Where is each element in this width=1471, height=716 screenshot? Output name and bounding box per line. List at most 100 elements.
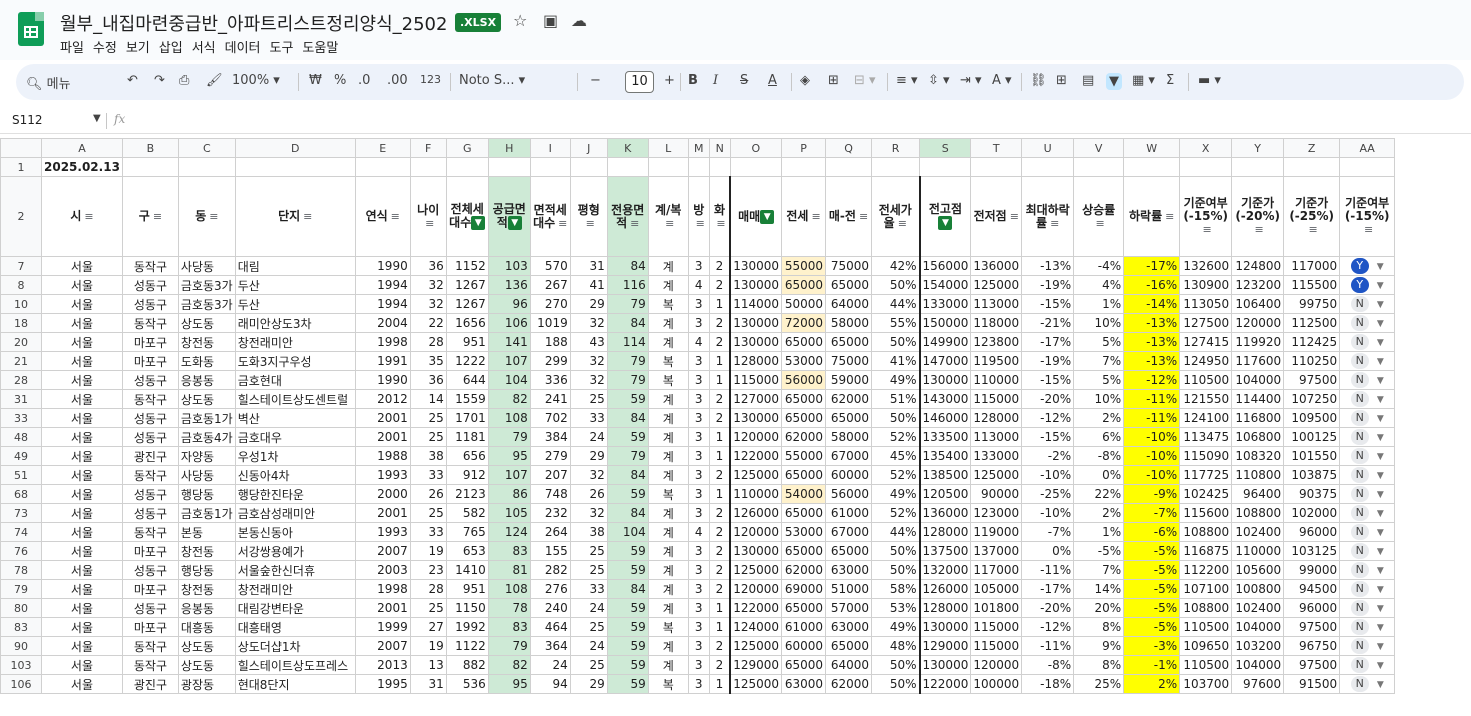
row-header[interactable]: 51 (0, 465, 42, 485)
cell[interactable]: 2% (1073, 503, 1125, 523)
row-header[interactable]: 73 (0, 503, 42, 523)
menu-item[interactable]: 수정 (93, 41, 117, 56)
cell[interactable] (708, 157, 731, 177)
cell[interactable]: -17% (1021, 332, 1075, 352)
cell[interactable]: 102400 (1231, 522, 1285, 542)
cell[interactable]: 1 (708, 427, 731, 447)
cell[interactable]: 125000 (729, 674, 783, 694)
bold-button[interactable]: B (688, 73, 698, 88)
cell[interactable]: 1994 (354, 294, 411, 314)
cell[interactable]: 107250 (1283, 389, 1341, 409)
cell[interactable]: 계 (647, 579, 689, 599)
increase-font-size-icon[interactable]: + (664, 73, 675, 88)
cell[interactable]: N ▼ (1339, 503, 1396, 523)
cell[interactable]: 101550 (1283, 446, 1341, 466)
cell[interactable]: 104000 (1231, 370, 1285, 390)
cell[interactable]: 1559 (445, 389, 489, 409)
cell[interactable]: 2 (708, 389, 731, 409)
cell[interactable]: 복 (647, 294, 689, 314)
filter-icon[interactable]: ≡ (1050, 217, 1059, 230)
cell[interactable]: 113475 (1179, 427, 1233, 447)
cell[interactable]: -10% (1021, 503, 1075, 523)
status-chip[interactable]: N (1350, 486, 1369, 502)
column-title-cell[interactable]: 전저점 ≡ (970, 176, 1023, 257)
cell[interactable]: N ▼ (1339, 541, 1396, 561)
cell[interactable]: 106800 (1231, 427, 1285, 447)
cell[interactable]: 130000 (729, 408, 783, 428)
filter-icon[interactable]: ≡ (1096, 217, 1105, 230)
cell[interactable]: 계 (647, 313, 689, 333)
cell[interactable]: 서울 (41, 522, 123, 542)
cell[interactable]: 50% (871, 408, 921, 428)
cell[interactable]: 276 (529, 579, 571, 599)
cell[interactable]: 서울 (41, 332, 123, 352)
cell[interactable]: 도화3지구우성 (234, 351, 356, 371)
cell[interactable]: 110250 (1283, 351, 1341, 371)
cell[interactable]: 3 (687, 579, 710, 599)
cell[interactable]: 계 (647, 389, 689, 409)
cell[interactable]: 50% (871, 655, 921, 675)
cell[interactable]: 270 (529, 294, 571, 314)
cell[interactable]: -12% (1123, 370, 1181, 390)
fill-color-icon[interactable]: ◈ (800, 73, 810, 88)
cell[interactable]: 10% (1073, 313, 1125, 333)
cell[interactable] (1021, 157, 1075, 177)
cell[interactable]: -13% (1021, 256, 1075, 276)
cell[interactable]: 사당동 (177, 465, 236, 485)
cell[interactable]: 3 (687, 389, 710, 409)
row-header[interactable]: 103 (0, 655, 42, 675)
cell[interactable]: 127500 (1179, 313, 1233, 333)
cell[interactable]: 67000 (825, 446, 873, 466)
cell[interactable]: -13% (1123, 332, 1181, 352)
cell[interactable]: 1993 (354, 465, 411, 485)
cell[interactable]: 137500 (918, 541, 972, 561)
cell[interactable]: 8% (1073, 617, 1125, 637)
cell[interactable]: 61000 (825, 503, 873, 523)
cell[interactable]: 55% (871, 313, 921, 333)
chevron-down-icon[interactable]: ▼ (93, 113, 101, 124)
cell[interactable]: 137000 (970, 541, 1023, 561)
active-filter-icon[interactable]: ▼ (938, 216, 953, 230)
cell[interactable] (871, 157, 921, 177)
status-chip[interactable]: N (1350, 334, 1369, 350)
cell[interactable]: 3 (687, 617, 710, 637)
cell[interactable]: 65000 (781, 655, 827, 675)
cell[interactable]: -6% (1123, 522, 1181, 542)
row-header[interactable]: 20 (0, 332, 42, 352)
cell[interactable]: 서울 (41, 560, 123, 580)
column-header[interactable]: X (1179, 138, 1233, 158)
cell[interactable]: 150000 (918, 313, 972, 333)
cell[interactable]: 748 (529, 484, 571, 504)
cell[interactable]: 59000 (825, 370, 873, 390)
text-rotation-icon[interactable]: A ▾ (992, 73, 1012, 88)
filter-icon[interactable]: ≡ (898, 217, 907, 230)
cell[interactable]: 1701 (445, 408, 489, 428)
cell[interactable]: 72000 (781, 313, 827, 333)
cell[interactable]: 25% (1073, 674, 1125, 694)
cell[interactable]: 25 (569, 560, 608, 580)
cell[interactable]: 창전래미안 (234, 332, 356, 352)
cell[interactable]: 행당동 (177, 484, 236, 504)
dropdown-arrow-icon[interactable]: ▼ (1377, 281, 1384, 291)
cell[interactable]: 52% (871, 427, 921, 447)
cell[interactable]: 두산 (234, 294, 356, 314)
percent-format-button[interactable]: % (334, 73, 346, 88)
cell[interactable]: 79 (606, 446, 649, 466)
cell[interactable]: 115600 (1179, 503, 1233, 523)
cell[interactable] (1123, 157, 1181, 177)
cell[interactable]: 41% (871, 351, 921, 371)
cell[interactable]: 107100 (1179, 579, 1233, 599)
column-title-cell[interactable]: 구 ≡ (121, 176, 179, 257)
cell[interactable]: 51000 (825, 579, 873, 599)
cell[interactable]: Y ▼ (1339, 256, 1396, 276)
cell[interactable]: -10% (1123, 465, 1181, 485)
cell[interactable]: 서울 (41, 370, 123, 390)
date-cell[interactable]: 2025.02.13 (41, 157, 123, 177)
cell[interactable]: 계 (647, 446, 689, 466)
cell[interactable]: 97600 (1231, 674, 1285, 694)
cell[interactable]: -10% (1021, 465, 1075, 485)
dropdown-arrow-icon[interactable]: ▼ (1377, 604, 1384, 614)
cell[interactable]: -10% (1123, 446, 1181, 466)
cell[interactable]: 14% (1073, 579, 1125, 599)
cell[interactable]: 95 (487, 674, 531, 694)
